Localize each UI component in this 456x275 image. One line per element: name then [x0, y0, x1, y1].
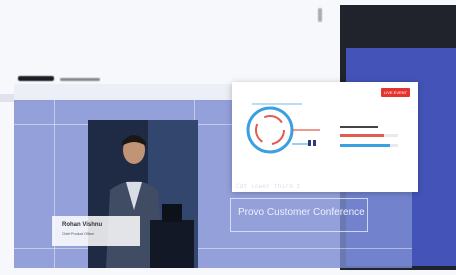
lower-third-title-box[interactable]: Provo Customer Conference [230, 198, 368, 232]
name-card: Rohan Vishnu Chief Product Officer [52, 216, 140, 246]
lower-third-title: Provo Customer Conference [238, 207, 365, 218]
speaker-name: Rohan Vishnu [62, 222, 103, 228]
speaker-role: Chief Product Officer [62, 232, 95, 236]
live-badge: LIVE EVENT [380, 88, 410, 97]
diagram-graphic-icon [246, 103, 398, 154]
lower-third-label: Cdt Lower third 1 [236, 183, 301, 190]
slide-preview[interactable]: LIVE EVENT [232, 82, 418, 192]
